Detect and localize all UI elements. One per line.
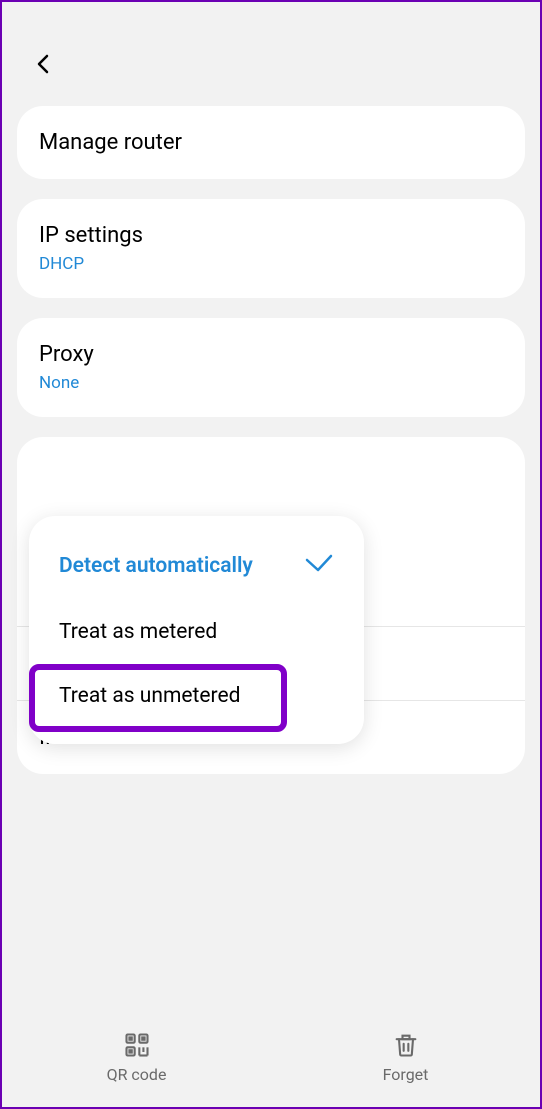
ip-settings-value: DHCP <box>39 254 503 274</box>
back-button[interactable] <box>32 52 56 76</box>
forget-label: Forget <box>383 1065 429 1084</box>
forget-button[interactable]: Forget <box>346 1031 466 1084</box>
ip-settings-title: IP settings <box>39 223 503 248</box>
check-icon <box>304 552 334 580</box>
dropdown-item-label: Treat as metered <box>59 620 217 644</box>
qr-code-label: QR code <box>107 1065 167 1084</box>
dropdown-treat-as-unmetered[interactable]: Treat as unmetered <box>29 664 364 728</box>
proxy-value: None <box>39 373 503 393</box>
metered-dropdown: Detect automatically Treat as metered Tr… <box>29 516 364 744</box>
trash-icon <box>392 1031 420 1059</box>
bottom-bar: QR code Forget <box>2 1007 540 1107</box>
manage-router-title: Manage router <box>39 130 503 155</box>
qr-icon <box>123 1031 151 1059</box>
qr-code-button[interactable]: QR code <box>77 1031 197 1084</box>
dropdown-treat-as-metered[interactable]: Treat as metered <box>29 600 364 664</box>
dropdown-item-label: Treat as unmetered <box>59 684 240 708</box>
dropdown-item-label: Detect automatically <box>59 554 253 578</box>
proxy-title: Proxy <box>39 342 503 367</box>
dropdown-detect-automatically[interactable]: Detect automatically <box>29 532 364 600</box>
ip-settings-card[interactable]: IP settings DHCP <box>17 199 525 298</box>
manage-router-card[interactable]: Manage router <box>17 106 525 179</box>
proxy-card[interactable]: Proxy None <box>17 318 525 417</box>
